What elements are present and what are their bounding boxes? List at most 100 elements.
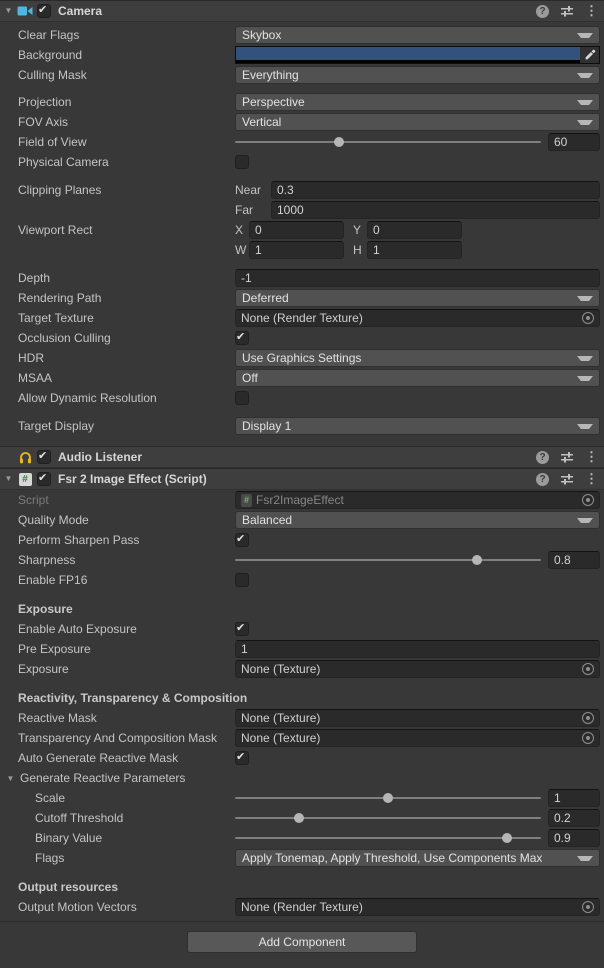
exposure-object-field[interactable]: None (Texture)	[235, 660, 600, 678]
check-icon: ✔	[38, 3, 47, 16]
cutoff-threshold-input[interactable]: 0.2	[548, 809, 600, 827]
scale-label: Scale	[0, 791, 235, 805]
pre-exposure-label: Pre Exposure	[0, 642, 235, 656]
far-input[interactable]: 1000	[271, 201, 600, 219]
scale-input[interactable]: 1	[548, 789, 600, 807]
viewport-h-label: H	[353, 243, 367, 257]
near-input[interactable]: 0.3	[271, 181, 600, 199]
fsr-enabled-checkbox[interactable]: ✔	[37, 472, 51, 486]
object-picker-icon[interactable]	[582, 663, 594, 675]
script-object-field[interactable]: #Fsr2ImageEffect	[235, 491, 600, 509]
pre-exposure-input[interactable]: 1	[235, 640, 600, 658]
slider-thumb[interactable]	[472, 555, 482, 565]
projection-label: Projection	[0, 95, 235, 109]
row-target-texture: Target Texture None (Render Texture)	[0, 308, 604, 328]
presets-icon[interactable]	[560, 472, 574, 486]
row-clipping-near: Clipping Planes Near 0.3	[0, 180, 604, 200]
add-component-button[interactable]: Add Component	[187, 931, 417, 953]
allow-dynamic-resolution-checkbox[interactable]: ✔	[235, 391, 249, 405]
projection-dropdown[interactable]: Perspective	[235, 93, 600, 111]
cutoff-threshold-slider[interactable]	[235, 809, 541, 827]
camera-enabled-checkbox[interactable]: ✔	[37, 4, 51, 18]
hdr-dropdown[interactable]: Use Graphics Settings	[235, 349, 600, 367]
row-output-motion-vectors: Output Motion Vectors None (Render Textu…	[0, 897, 604, 917]
slider-thumb[interactable]	[294, 813, 304, 823]
object-picker-icon[interactable]	[582, 494, 594, 506]
row-allow-dynamic-resolution: Allow Dynamic Resolution ✔	[0, 388, 604, 408]
more-options-icon[interactable]: ⋮	[585, 472, 598, 486]
background-color-swatch[interactable]	[236, 47, 580, 63]
viewport-x-input[interactable]: 0	[249, 221, 344, 239]
more-options-icon[interactable]: ⋮	[585, 450, 598, 464]
field-of-view-label: Field of View	[0, 135, 235, 149]
foldout-icon[interactable]: ▼	[0, 468, 17, 490]
transparency-mask-object-field[interactable]: None (Texture)	[235, 729, 600, 747]
slider-thumb[interactable]	[383, 793, 393, 803]
unity-inspector-panel: ▼ ✔ Camera ? ⋮ Clear Flags Skybox Backgr…	[0, 0, 604, 968]
perform-sharpen-pass-checkbox[interactable]: ✔	[235, 533, 249, 547]
enable-auto-exposure-checkbox[interactable]: ✔	[235, 622, 249, 636]
field-of-view-input[interactable]: 60	[548, 133, 600, 151]
viewport-y-input[interactable]: 0	[367, 221, 462, 239]
fsr-component-title: Fsr 2 Image Effect (Script)	[58, 472, 207, 486]
rendering-path-dropdown[interactable]: Deferred	[235, 289, 600, 307]
audio-listener-enabled-checkbox[interactable]: ✔	[37, 450, 51, 464]
reactive-mask-object-field[interactable]: None (Texture)	[235, 709, 600, 727]
slider-thumb[interactable]	[502, 833, 512, 843]
viewport-h-input[interactable]: 1	[367, 241, 462, 259]
object-picker-icon[interactable]	[582, 712, 594, 724]
enable-fp16-checkbox[interactable]: ✔	[235, 573, 249, 587]
eyedropper-icon[interactable]	[580, 47, 599, 63]
clear-flags-label: Clear Flags	[0, 28, 235, 42]
help-icon[interactable]: ?	[536, 473, 549, 486]
object-picker-icon[interactable]	[582, 732, 594, 744]
headphones-icon	[17, 449, 33, 465]
msaa-dropdown[interactable]: Off	[235, 369, 600, 387]
row-output-section: Output resources	[0, 877, 604, 897]
object-picker-icon[interactable]	[582, 901, 594, 913]
presets-icon[interactable]	[560, 4, 574, 18]
help-icon[interactable]: ?	[536, 451, 549, 464]
output-resources-section-header: Output resources	[0, 880, 118, 894]
binary-value-input[interactable]: 0.9	[548, 829, 600, 847]
auto-generate-reactive-mask-checkbox[interactable]: ✔	[235, 751, 249, 765]
physical-camera-checkbox[interactable]: ✔	[235, 155, 249, 169]
background-color-field[interactable]	[235, 46, 600, 64]
clear-flags-dropdown[interactable]: Skybox	[235, 26, 600, 44]
culling-mask-label: Culling Mask	[0, 68, 235, 82]
target-texture-label: Target Texture	[0, 311, 235, 325]
exposure-value: None (Texture)	[241, 662, 320, 676]
fov-axis-dropdown[interactable]: Vertical	[235, 113, 600, 131]
camera-component-header[interactable]: ▼ ✔ Camera ? ⋮	[0, 0, 604, 22]
row-pre-exposure: Pre Exposure 1	[0, 639, 604, 659]
output-motion-vectors-object-field[interactable]: None (Render Texture)	[235, 898, 600, 916]
sharpness-input[interactable]: 0.8	[548, 551, 600, 569]
object-picker-icon[interactable]	[582, 312, 594, 324]
help-icon[interactable]: ?	[536, 5, 549, 18]
foldout-icon[interactable]: ▼	[0, 774, 17, 783]
field-of-view-slider[interactable]	[235, 133, 541, 151]
sharpness-slider[interactable]	[235, 551, 541, 569]
chevron-down-icon	[577, 424, 593, 429]
presets-icon[interactable]	[560, 450, 574, 464]
row-enable-auto-exposure: Enable Auto Exposure ✔	[0, 619, 604, 639]
occlusion-culling-checkbox[interactable]: ✔	[235, 331, 249, 345]
foldout-icon[interactable]: ▼	[0, 0, 17, 22]
target-texture-object-field[interactable]: None (Render Texture)	[235, 309, 600, 327]
culling-mask-dropdown[interactable]: Everything	[235, 66, 600, 84]
flags-dropdown[interactable]: Apply Tonemap, Apply Threshold, Use Comp…	[235, 849, 600, 867]
binary-value-slider[interactable]	[235, 829, 541, 847]
target-display-dropdown[interactable]: Display 1	[235, 417, 600, 435]
generate-reactive-parameters-label[interactable]: Generate Reactive Parameters	[17, 771, 185, 785]
target-display-label: Target Display	[0, 419, 235, 433]
more-options-icon[interactable]: ⋮	[585, 4, 598, 18]
quality-mode-dropdown[interactable]: Balanced	[235, 511, 600, 529]
fsr-component-body: Script #Fsr2ImageEffect Quality Mode Bal…	[0, 490, 604, 921]
scale-slider[interactable]	[235, 789, 541, 807]
depth-input[interactable]: -1	[235, 269, 600, 287]
audio-listener-component-header[interactable]: ▼ ✔ Audio Listener ? ⋮	[0, 446, 604, 468]
row-perform-sharpen-pass: Perform Sharpen Pass ✔	[0, 530, 604, 550]
slider-thumb[interactable]	[334, 137, 344, 147]
fsr-component-header[interactable]: ▼ # ✔ Fsr 2 Image Effect (Script) ? ⋮	[0, 468, 604, 490]
viewport-w-input[interactable]: 1	[249, 241, 344, 259]
